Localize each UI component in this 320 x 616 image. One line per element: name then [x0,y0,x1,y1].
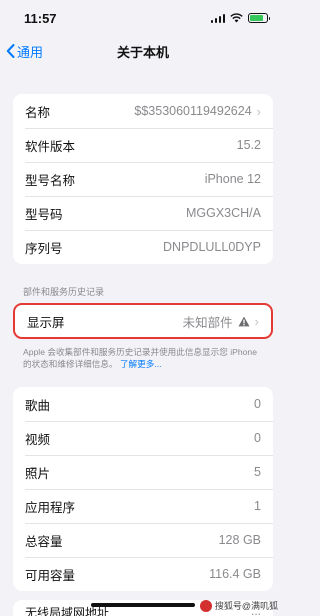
row-value: DNPDLULL0DYP [163,240,261,254]
software-version-row[interactable]: 软件版本 15.2 [13,128,273,162]
apps-row: 应用程序 1 [13,489,273,523]
watermark-text: 搜狐号@满叽狐 [214,601,278,611]
row-label: 名称 [25,105,51,120]
row-value: iPhone 12 [204,172,261,186]
stats-group: 歌曲 0 视频 0 照片 5 应用程序 1 总容量 128 GB 可用容量 11… [13,387,273,591]
back-button[interactable]: 通用 [6,36,43,66]
about-group: 名称 $$353060119492624 › 软件版本 15.2 型号名称 iPh… [13,94,273,264]
status-bar: 11:57 [0,0,286,36]
row-label: 总容量 [25,534,63,549]
name-row[interactable]: 名称 $$353060119492624 › [13,94,273,128]
model-name-row: 型号名称 iPhone 12 [13,162,273,196]
display-history-group: 显示屏 未知部件 › [13,303,273,339]
status-icons [210,13,270,23]
row-label: 显示屏 [27,315,65,330]
row-value: 15.2 [236,138,261,152]
row-value: 0 [254,397,261,411]
row-label: 软件版本 [25,139,76,154]
page-title: 关于本机 [116,44,169,60]
display-row[interactable]: 显示屏 未知部件 › [15,305,271,337]
serial-number-row: 序列号 DNPDLULL0DYP [13,230,273,264]
row-value: 0 [254,431,261,445]
capacity-row: 总容量 128 GB [13,523,273,557]
watermark: 搜狐号@满叽狐 [199,599,278,612]
chevron-left-icon [6,44,15,58]
row-value: 116.4 GB [209,567,261,581]
cellular-signal-icon [210,13,225,23]
row-value: $$353060119492624 [134,104,252,118]
history-footnote: Apple 会收集部件和服务历史记录并使用此信息显示您 iPhone的状态和维修… [0,346,286,370]
available-row: 可用容量 116.4 GB [13,557,273,591]
row-label: 歌曲 [25,398,51,413]
back-label: 通用 [17,44,44,60]
chevron-right-icon: › [254,313,259,329]
row-value: MGGX3CH/A [185,206,261,220]
home-indicator [91,603,195,607]
row-value: 5 [254,465,261,479]
learn-more-link[interactable]: 了解更多... [120,359,162,369]
row-label: 照片 [25,466,51,481]
row-value: 128 GB [218,533,261,547]
row-label: 视频 [25,432,51,447]
row-label: 可用容量 [25,568,76,583]
row-value: 1 [254,499,261,513]
row-label: 应用程序 [25,500,76,515]
row-label: 型号名称 [25,173,76,188]
warning-icon [238,316,250,326]
model-number-row[interactable]: 型号码 MGGX3CH/A [13,196,273,230]
photos-row: 照片 5 [13,455,273,489]
row-label: 序列号 [25,241,63,256]
row-label: 型号码 [25,207,63,222]
videos-row: 视频 0 [13,421,273,455]
battery-icon [248,13,270,23]
wifi-icon [230,13,243,23]
navigation-bar: 通用 关于本机 [0,36,286,66]
sohu-logo-icon [199,599,212,612]
history-section-header: 部件和服务历史记录 [23,287,105,297]
songs-row: 歌曲 0 [13,387,273,421]
status-time: 11:57 [24,10,57,26]
row-value: 未知部件 [182,315,233,330]
chevron-right-icon: › [256,103,261,119]
